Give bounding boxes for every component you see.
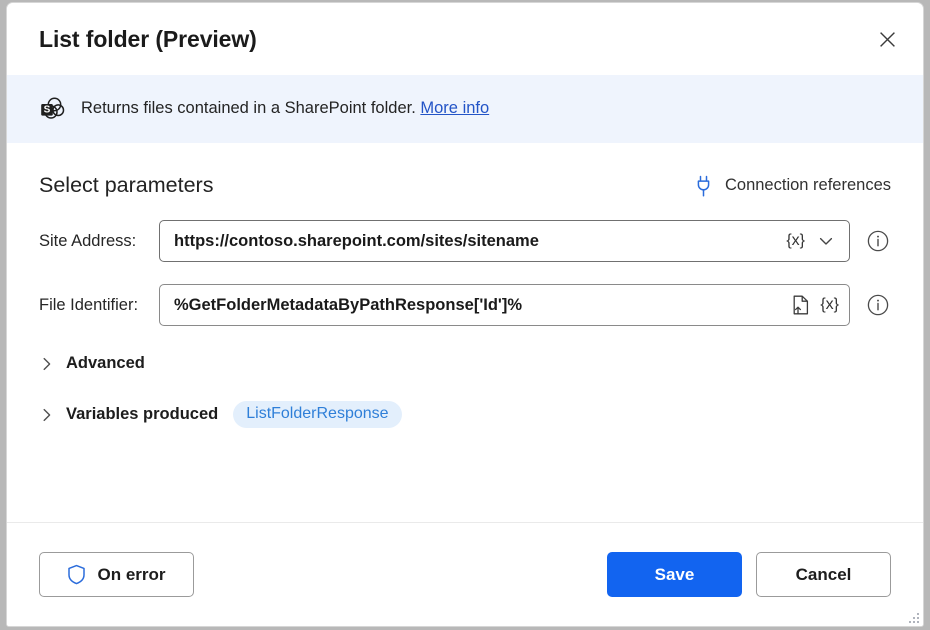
file-identifier-label: File Identifier: [39, 296, 159, 315]
file-identifier-info-icon[interactable] [865, 292, 891, 318]
close-icon [879, 31, 896, 48]
chevron-right-icon [39, 356, 55, 372]
resize-grip[interactable] [905, 609, 919, 623]
chevron-right-icon [39, 407, 55, 423]
list-folder-dialog: List folder (Preview) S Returns files co… [6, 2, 924, 627]
site-address-info-icon[interactable] [865, 228, 891, 254]
variable-token-icon[interactable]: {x} [820, 297, 839, 313]
cancel-label: Cancel [796, 565, 852, 585]
dialog-titlebar: List folder (Preview) [7, 3, 923, 75]
dialog-body: Select parameters Connection references … [7, 143, 923, 522]
save-button[interactable]: Save [607, 552, 742, 597]
file-upload-icon[interactable] [790, 293, 812, 317]
file-identifier-adornments: {x} [782, 293, 839, 317]
shield-icon [67, 564, 86, 585]
info-banner: S Returns files contained in a SharePoin… [7, 75, 923, 143]
variable-badge[interactable]: ListFolderResponse [233, 401, 401, 428]
dialog-footer: On error Save Cancel [7, 522, 923, 626]
file-identifier-row: File Identifier: %GetFolderMetadataByPat… [39, 284, 891, 326]
banner-description: Returns files contained in a SharePoint … [81, 99, 416, 117]
svg-text:S: S [44, 105, 51, 116]
save-label: Save [655, 565, 695, 585]
parameters-section-header: Select parameters Connection references [39, 173, 891, 198]
banner-text-wrapper: Returns files contained in a SharePoint … [81, 98, 489, 119]
on-error-label: On error [97, 565, 165, 585]
advanced-label: Advanced [66, 354, 145, 373]
section-title: Select parameters [39, 173, 213, 198]
cancel-button[interactable]: Cancel [756, 552, 891, 597]
chevron-down-icon[interactable] [813, 228, 839, 254]
variable-token-icon[interactable]: {x} [786, 233, 805, 249]
dialog-title: List folder (Preview) [39, 26, 865, 53]
sharepoint-icon: S [39, 95, 67, 123]
more-info-link[interactable]: More info [420, 99, 489, 117]
file-identifier-value: %GetFolderMetadataByPathResponse['Id']% [174, 296, 782, 315]
site-address-value: https://contoso.sharepoint.com/sites/sit… [174, 232, 778, 251]
connection-references-button[interactable]: Connection references [694, 175, 891, 197]
variables-produced-label: Variables produced [66, 405, 218, 424]
close-button[interactable] [865, 19, 909, 59]
connection-references-label: Connection references [725, 176, 891, 195]
variables-produced-expander[interactable]: Variables produced ListFolderResponse [39, 401, 891, 428]
site-address-adornments: {x} [778, 228, 839, 254]
on-error-button[interactable]: On error [39, 552, 194, 597]
plug-icon [694, 175, 713, 197]
site-address-row: Site Address: https://contoso.sharepoint… [39, 220, 891, 262]
file-identifier-input[interactable]: %GetFolderMetadataByPathResponse['Id']% … [159, 284, 850, 326]
site-address-label: Site Address: [39, 232, 159, 251]
site-address-input[interactable]: https://contoso.sharepoint.com/sites/sit… [159, 220, 850, 262]
footer-actions: Save Cancel [607, 552, 891, 597]
advanced-expander[interactable]: Advanced [39, 354, 891, 373]
